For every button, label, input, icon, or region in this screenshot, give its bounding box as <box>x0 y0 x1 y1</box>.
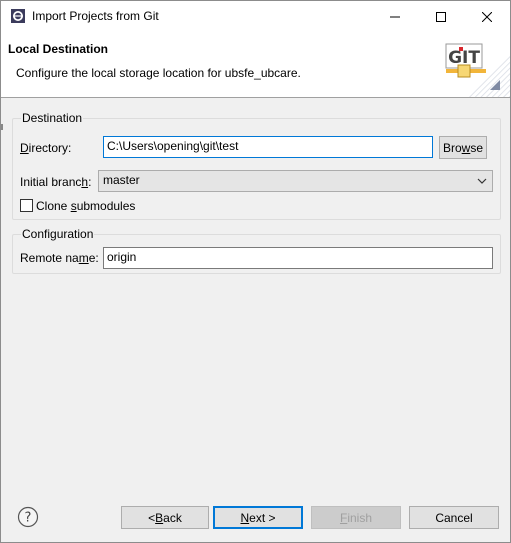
close-button[interactable] <box>464 1 510 32</box>
initial-branch-select[interactable]: master <box>98 170 493 192</box>
clone-submodules-label[interactable]: Clone submodules <box>36 199 135 213</box>
remote-name-label: Remote name: <box>20 251 99 265</box>
chevron-down-icon <box>477 178 487 184</box>
maximize-button[interactable] <box>418 1 464 32</box>
finish-button[interactable]: Finish <box>311 506 401 529</box>
window-title: Import Projects from Git <box>32 9 159 23</box>
cancel-button[interactable]: Cancel <box>409 506 499 529</box>
title-bar: Import Projects from Git <box>1 1 510 32</box>
page-description: Configure the local storage location for… <box>16 66 301 80</box>
initial-branch-value: master <box>103 173 140 187</box>
svg-text:?: ? <box>25 511 32 526</box>
divider-mark <box>1 124 3 130</box>
close-icon <box>482 11 492 22</box>
browse-button[interactable]: Bro w se <box>439 136 487 159</box>
page-title: Local Destination <box>8 42 109 56</box>
remote-name-input[interactable]: origin <box>103 247 493 269</box>
git-logo-icon: GIT <box>445 43 510 97</box>
import-projects-dialog: Import Projects from Git Local Destinati… <box>0 0 511 543</box>
directory-label: Directory: <box>20 141 72 155</box>
minimize-button[interactable] <box>372 1 418 32</box>
initial-branch-label: Initial branch: <box>20 175 92 189</box>
maximize-icon <box>436 11 446 22</box>
directory-input[interactable]: C:\Users\opening\git\test <box>103 136 433 158</box>
clone-submodules-checkbox[interactable] <box>20 199 33 212</box>
minimize-icon <box>390 16 400 17</box>
wizard-banner: Local Destination Configure the local st… <box>1 32 510 98</box>
help-icon[interactable]: ? <box>17 506 39 528</box>
back-button[interactable]: < Back <box>121 506 209 529</box>
configuration-group-title: Configuration <box>21 227 95 241</box>
destination-group-title: Destination <box>21 111 84 125</box>
eclipse-icon <box>11 9 25 23</box>
next-button[interactable]: Next > <box>213 506 303 529</box>
